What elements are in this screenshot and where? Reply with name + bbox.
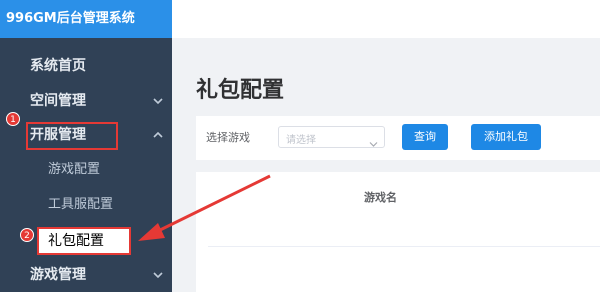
annotation-arrow	[138, 174, 271, 241]
